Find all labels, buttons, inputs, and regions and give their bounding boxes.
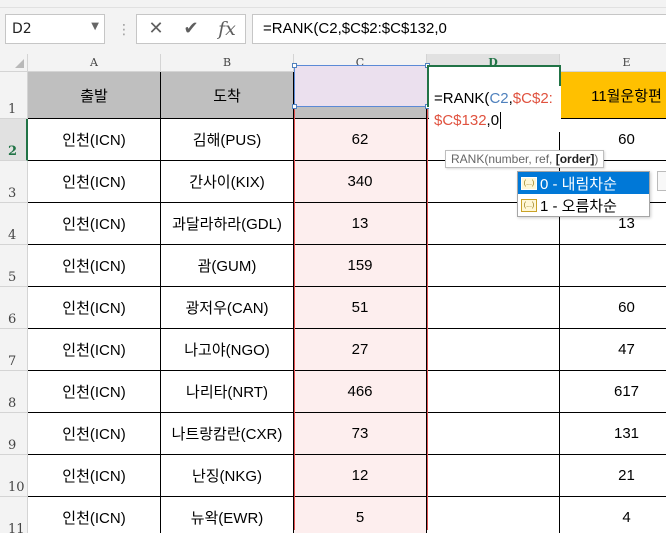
autocomplete-list: (...) 0 - 내림차순 (...) 1 - 오름차순 [517, 171, 650, 217]
formula-reference-cell-c2 [294, 65, 428, 107]
cell-e7[interactable]: 47 [560, 329, 666, 371]
cell-b11[interactable]: 뉴왁(EWR) [161, 497, 294, 533]
cell-d11[interactable] [427, 497, 560, 533]
cell-a10[interactable]: 인천(ICN) [28, 455, 161, 497]
cell-d6[interactable] [427, 287, 560, 329]
edit-ref-range-end: $C$132 [434, 112, 487, 129]
cell-c7[interactable]: 27 [294, 329, 427, 371]
row-header[interactable]: 11 [0, 497, 28, 533]
cell-b8[interactable]: 나리타(NRT) [161, 371, 294, 413]
cell-c3[interactable]: 340 [294, 161, 427, 203]
cell-c11[interactable]: 5 [294, 497, 427, 533]
row-header[interactable]: 1 [0, 72, 28, 119]
column-header-a[interactable]: A [28, 54, 161, 72]
cell-b10[interactable]: 난징(NKG) [161, 455, 294, 497]
cell-b7[interactable]: 나고야(NGO) [161, 329, 294, 371]
row-header[interactable]: 6 [0, 287, 28, 329]
cell-e11[interactable]: 4 [560, 497, 666, 533]
cell-d8[interactable] [427, 371, 560, 413]
name-box[interactable]: D2 ▼ [5, 14, 105, 44]
cell-b6[interactable]: 광저우(CAN) [161, 287, 294, 329]
argument-value-icon: (...) [521, 198, 537, 212]
ribbon-edge [0, 0, 666, 8]
header-cell-b[interactable]: 도착 [161, 72, 294, 119]
row-header[interactable]: 4 [0, 203, 28, 245]
tooltip-close-paren: ) [594, 152, 599, 166]
header-cell-a[interactable]: 출발 [28, 72, 161, 119]
cell-c10[interactable]: 12 [294, 455, 427, 497]
cell-c9[interactable]: 73 [294, 413, 427, 455]
function-tooltip[interactable]: RANK(number, ref, [order]) [445, 150, 605, 168]
formula-buttons: ✕ ✔ fx [136, 14, 246, 44]
formula-bar-grip-icon: ⋮ [117, 22, 132, 38]
row-header[interactable]: 5 [0, 245, 28, 287]
row-header[interactable]: 9 [0, 413, 28, 455]
edit-ref-c2: C2 [489, 90, 509, 107]
cell-a4[interactable]: 인천(ICN) [28, 203, 161, 245]
cell-a8[interactable]: 인천(ICN) [28, 371, 161, 413]
autocomplete-option[interactable]: (...) 0 - 내림차순 [518, 172, 649, 194]
edit-order-arg: ,0 [486, 112, 500, 129]
argument-value-icon: (...) [521, 176, 537, 190]
cell-e5[interactable] [560, 245, 666, 287]
select-all-button[interactable] [0, 54, 28, 72]
tooltip-current-arg: [order] [555, 152, 595, 166]
formula-bar: D2 ▼ ⋮ ✕ ✔ fx =RANK(C2,$C$2:$C$132,0 [0, 8, 666, 54]
cell-c8[interactable]: 466 [294, 371, 427, 413]
cell-b4[interactable]: 과달라하라(GDL) [161, 203, 294, 245]
cell-e8[interactable]: 617 [560, 371, 666, 413]
select-all-triangle-icon [15, 59, 24, 68]
range-handle[interactable] [292, 104, 297, 109]
row-header[interactable]: 7 [0, 329, 28, 371]
autocomplete-option[interactable]: (...) 1 - 오름차순 [518, 194, 649, 216]
cell-b9[interactable]: 나트랑캄란(CXR) [161, 413, 294, 455]
cell-a2[interactable]: 인천(ICN) [28, 119, 161, 161]
scroll-edge-icon [657, 171, 666, 191]
range-handle[interactable] [292, 63, 297, 68]
cell-e6[interactable]: 60 [560, 287, 666, 329]
autocomplete-option-label: 0 - 내림차순 [540, 175, 617, 193]
cell-d9[interactable] [427, 413, 560, 455]
cell-c5[interactable]: 159 [294, 245, 427, 287]
cell-d10[interactable] [427, 455, 560, 497]
formula-input[interactable]: =RANK(C2,$C$2:$C$132,0 [252, 14, 666, 44]
column-header-b[interactable]: B [161, 54, 294, 72]
cell-e10[interactable]: 21 [560, 455, 666, 497]
cell-a6[interactable]: 인천(ICN) [28, 287, 161, 329]
cell-a7[interactable]: 인천(ICN) [28, 329, 161, 371]
cell-b5[interactable]: 괌(GUM) [161, 245, 294, 287]
cell-c4[interactable]: 13 [294, 203, 427, 245]
chevron-down-icon[interactable]: ▼ [91, 21, 99, 32]
worksheet-grid: ABCDE1출발도착10월운항편순위11월운항편2인천(ICN)김해(PUS)6… [0, 54, 666, 533]
cell-e9[interactable]: 131 [560, 413, 666, 455]
cell-b2[interactable]: 김해(PUS) [161, 119, 294, 161]
row-header[interactable]: 8 [0, 371, 28, 413]
cancel-icon[interactable]: ✕ [142, 17, 170, 41]
enter-icon[interactable]: ✔ [177, 17, 205, 41]
row-header[interactable]: 10 [0, 455, 28, 497]
cell-a5[interactable]: 인천(ICN) [28, 245, 161, 287]
column-header-e[interactable]: E [560, 54, 666, 72]
cell-a11[interactable]: 인천(ICN) [28, 497, 161, 533]
in-cell-formula-editor[interactable]: =RANK(C2,$C$2: $C$132,0 [429, 86, 561, 132]
cell-c6[interactable]: 51 [294, 287, 427, 329]
cell-b3[interactable]: 간사이(KIX) [161, 161, 294, 203]
cell-d7[interactable] [427, 329, 560, 371]
header-cell-e[interactable]: 11월운항편 [560, 72, 666, 119]
text-cursor [500, 112, 502, 129]
cell-d5[interactable] [427, 245, 560, 287]
edit-func: =RANK( [434, 90, 490, 107]
insert-function-icon[interactable]: fx [213, 17, 241, 41]
cell-c2[interactable]: 62 [294, 119, 427, 161]
name-box-value: D2 [12, 21, 32, 37]
cell-a9[interactable]: 인천(ICN) [28, 413, 161, 455]
edit-ref-range-start: $C$2: [512, 90, 553, 107]
row-header[interactable]: 2 [0, 119, 28, 161]
row-header[interactable]: 3 [0, 161, 28, 203]
autocomplete-option-label: 1 - 오름차순 [540, 197, 617, 215]
tooltip-signature: RANK(number, ref, [451, 152, 556, 166]
cell-a3[interactable]: 인천(ICN) [28, 161, 161, 203]
